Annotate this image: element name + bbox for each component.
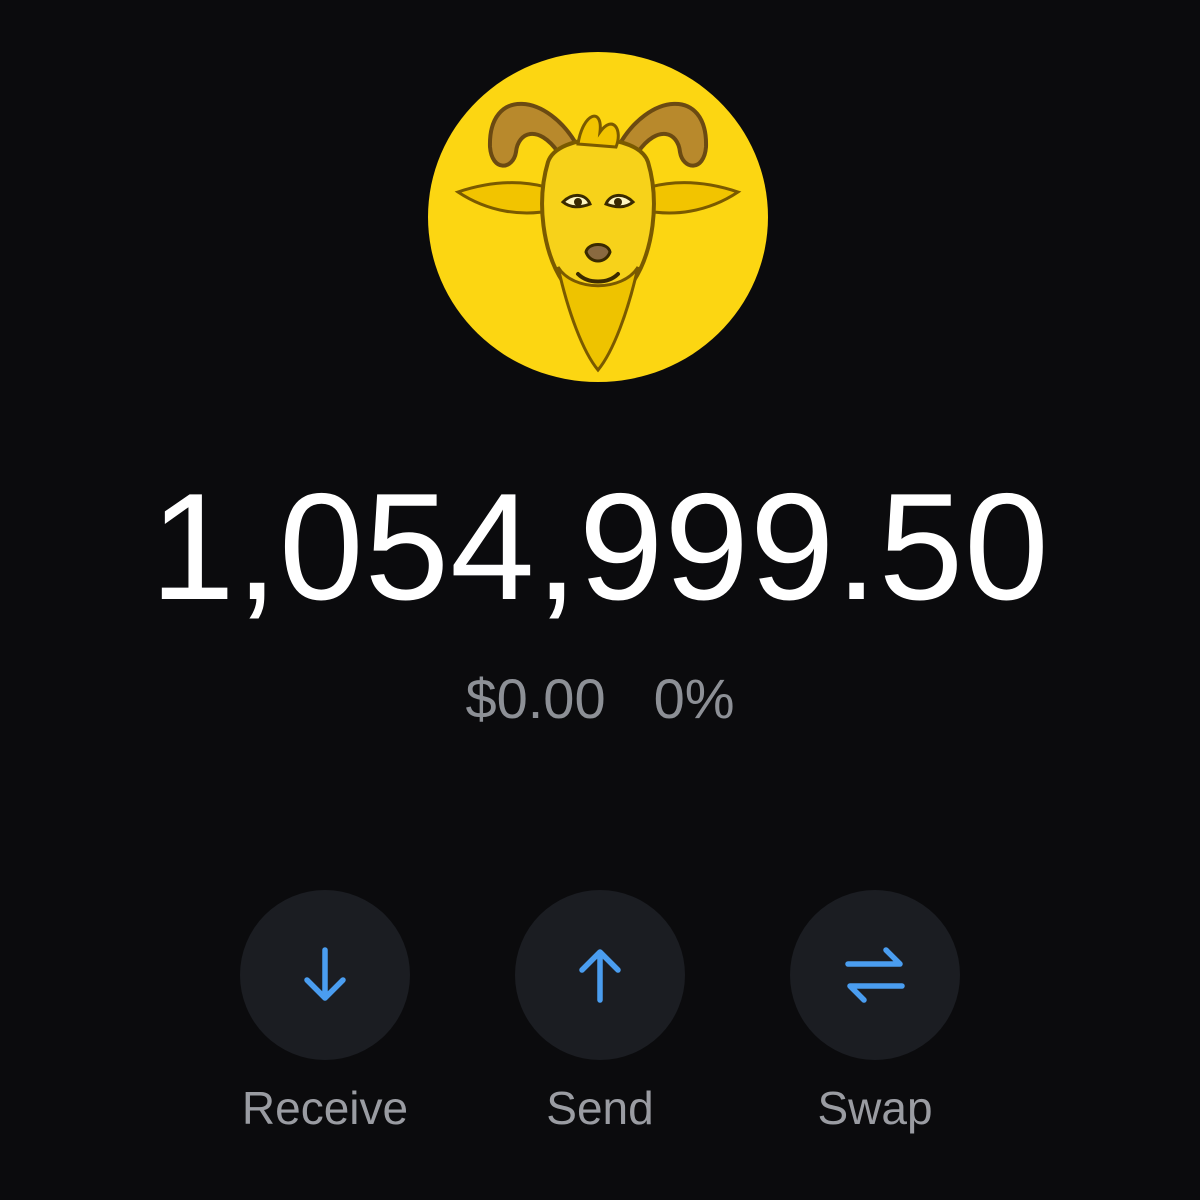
send-action[interactable]: Send [515,890,685,1170]
swap-action[interactable]: Swap [790,890,960,1170]
change-percent: 0% [653,667,735,730]
send-button[interactable] [515,890,685,1060]
swap-label: Swap [817,1082,933,1134]
balance-fiat-row: $0.00 0% [0,664,1200,734]
arrow-down-icon [304,947,346,1001]
swap-button[interactable] [790,890,960,1060]
fiat-value: $0.00 [465,667,606,730]
token-detail-screen: 1,054,999.50 $0.00 0% Receive Send Swap [0,0,1200,1200]
receive-action[interactable]: Receive [240,890,410,1170]
arrow-up-icon [579,949,621,1003]
swap-arrows-icon [845,947,905,1003]
goat-logo-icon [428,52,768,382]
receive-label: Receive [241,1082,409,1134]
token-balance-amount: 1,054,999.50 [150,462,1050,632]
receive-button[interactable] [240,890,410,1060]
send-label: Send [546,1082,654,1134]
